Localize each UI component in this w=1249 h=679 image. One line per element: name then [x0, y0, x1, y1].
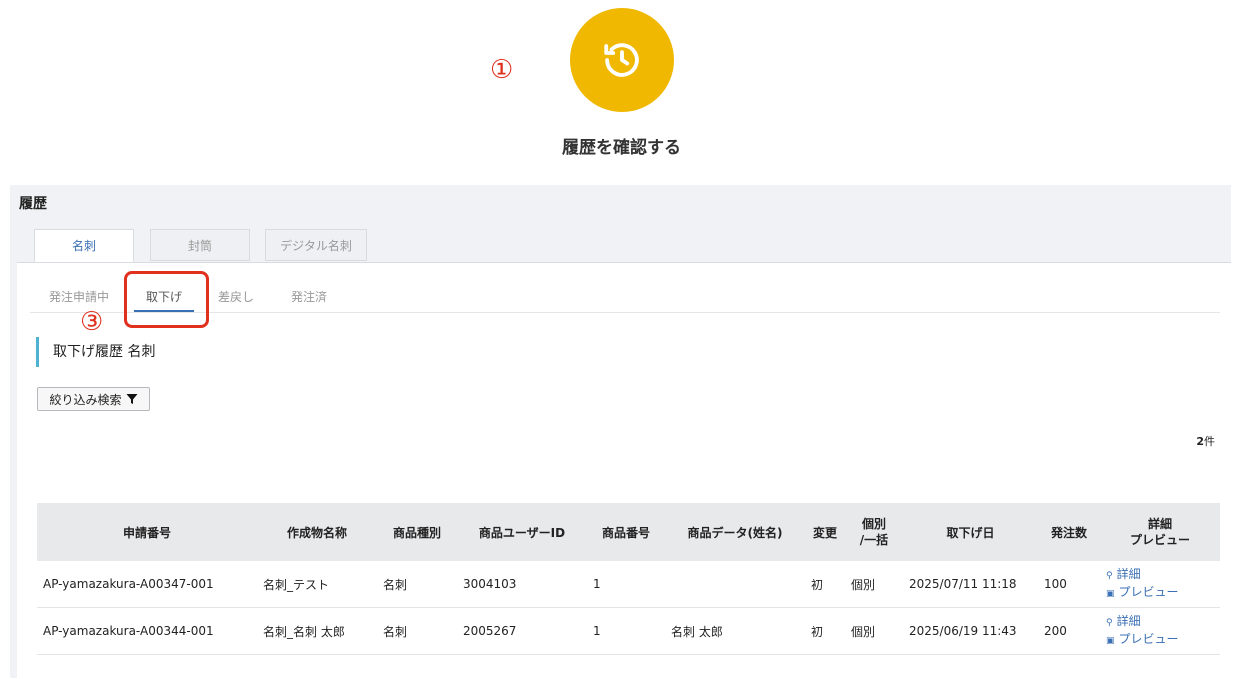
result-count: 2件: [1196, 433, 1215, 449]
history-panel: 履歴 名刺 封筒 デジタル名刺 発注申請中 取下げ 差戻し 発注済 ③ 取下げ履…: [10, 185, 1231, 679]
detail-link-label: 詳細: [1116, 567, 1141, 581]
col-header-order-qty: 発注数: [1038, 503, 1100, 561]
col-header-application-no: 申請番号: [37, 503, 257, 561]
count-number: 2: [1196, 435, 1204, 448]
col-header-detail-preview: 詳細 プレビュー: [1100, 503, 1220, 561]
detail-icon: ⚲: [1106, 571, 1113, 581]
step-1-annotation: ①: [490, 55, 514, 85]
col-header-product-data: 商品データ(姓名): [665, 503, 805, 561]
section-heading: 取下げ履歴 名刺: [36, 337, 155, 367]
tab-content: 発注申請中 取下げ 差戻し 発注済 ③ 取下げ履歴 名刺 絞り込み検索 2件 申…: [17, 262, 1231, 679]
subtab-returned[interactable]: 差戻し: [218, 288, 254, 305]
cell-individual-bulk: 個別: [845, 561, 903, 608]
tab-business-card[interactable]: 名刺: [34, 229, 134, 262]
cell-order-qty: 100: [1038, 561, 1100, 608]
cell-product-no: 1: [587, 561, 665, 608]
preview-icon: ▣: [1106, 636, 1115, 646]
cell-user-id: 2005267: [457, 607, 587, 655]
col-header-product-no: 商品番号: [587, 503, 665, 561]
subtab-ordered[interactable]: 発注済: [291, 288, 327, 305]
table-row: AP-yamazakura-A00344-001 名刺_名刺 太郎 名刺 200…: [37, 607, 1220, 655]
highlight-box: [124, 271, 209, 328]
cell-change: 初: [805, 607, 845, 655]
history-icon: [604, 43, 639, 77]
filter-search-button[interactable]: 絞り込み検索: [37, 387, 150, 411]
count-unit: 件: [1204, 435, 1215, 448]
detail-link-label: 詳細: [1116, 614, 1141, 628]
col-header-withdraw-date: 取下げ日: [903, 503, 1038, 561]
cell-individual-bulk: 個別: [845, 607, 903, 655]
cell-withdraw-date: 2025/07/11 11:18: [903, 561, 1038, 608]
cell-withdraw-date: 2025/06/19 11:43: [903, 607, 1038, 655]
preview-link[interactable]: ▣ プレビュー: [1106, 584, 1214, 602]
col-header-user-id: 商品ユーザーID: [457, 503, 587, 561]
cell-links: ⚲ 詳細 ▣ プレビュー: [1100, 561, 1220, 608]
cell-product-type: 名刺: [377, 607, 457, 655]
panel-title: 履歴: [19, 196, 47, 212]
hero-title: 履歴を確認する: [562, 138, 681, 158]
cell-product-name: 名刺_名刺 太郎: [257, 607, 377, 655]
table-row: AP-yamazakura-A00347-001 名刺_テスト 名刺 30041…: [37, 561, 1220, 608]
history-button[interactable]: [570, 8, 674, 112]
preview-icon: ▣: [1106, 589, 1115, 599]
step-3-annotation: ③: [80, 307, 104, 337]
col-header-product-name: 作成物名称: [257, 503, 377, 561]
table-header-row: 申請番号 作成物名称 商品種別 商品ユーザーID 商品番号 商品データ(姓名) …: [37, 503, 1220, 561]
col-header-product-type: 商品種別: [377, 503, 457, 561]
cell-product-data: [665, 561, 805, 608]
tab-digital-card[interactable]: デジタル名刺: [265, 229, 367, 261]
cell-application-no: AP-yamazakura-A00347-001: [37, 561, 257, 608]
cell-user-id: 3004103: [457, 561, 587, 608]
cell-order-qty: 200: [1038, 607, 1100, 655]
filter-button-label: 絞り込み検索: [49, 392, 122, 407]
cell-product-data: 名刺 太郎: [665, 607, 805, 655]
detail-icon: ⚲: [1106, 618, 1113, 628]
cell-links: ⚲ 詳細 ▣ プレビュー: [1100, 607, 1220, 655]
cell-product-name: 名刺_テスト: [257, 561, 377, 608]
preview-link-label: プレビュー: [1118, 585, 1179, 599]
subtab-pending[interactable]: 発注申請中: [49, 288, 109, 305]
filter-icon: [126, 394, 137, 404]
detail-link[interactable]: ⚲ 詳細: [1106, 613, 1214, 631]
preview-link[interactable]: ▣ プレビュー: [1106, 631, 1214, 649]
detail-link[interactable]: ⚲ 詳細: [1106, 566, 1214, 584]
col-header-individual-bulk: 個別 /一括: [845, 503, 903, 561]
preview-link-label: プレビュー: [1118, 632, 1179, 646]
tab-envelope[interactable]: 封筒: [150, 229, 250, 261]
withdrawal-table: 申請番号 作成物名称 商品種別 商品ユーザーID 商品番号 商品データ(姓名) …: [37, 503, 1220, 655]
cell-product-type: 名刺: [377, 561, 457, 608]
cell-change: 初: [805, 561, 845, 608]
cell-application-no: AP-yamazakura-A00344-001: [37, 607, 257, 655]
col-header-change: 変更: [805, 503, 845, 561]
cell-product-no: 1: [587, 607, 665, 655]
